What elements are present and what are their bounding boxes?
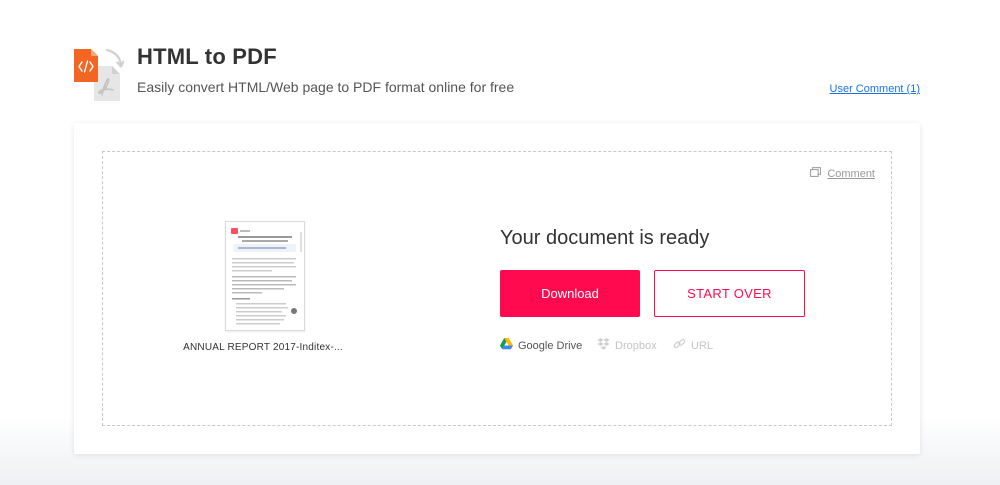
result-card: Comment ANNUAL REPORT 2017-Inditex-... Y… (74, 123, 920, 454)
google-drive-icon (500, 338, 513, 353)
comment-link[interactable]: Comment (810, 167, 875, 180)
html-to-pdf-icon (74, 46, 125, 102)
status-heading: Your document is ready (500, 227, 710, 249)
file-name: ANNUAL REPORT 2017-Inditex-... (183, 342, 343, 353)
result-panel: Comment ANNUAL REPORT 2017-Inditex-... Y… (102, 151, 892, 426)
share-google-drive-label: Google Drive (518, 339, 583, 352)
page-title: HTML to PDF (137, 44, 277, 69)
start-over-button[interactable]: START OVER (654, 270, 805, 317)
link-icon (673, 338, 686, 353)
share-url-label: URL (691, 339, 714, 352)
dropbox-icon (597, 338, 610, 353)
page-subtitle: Easily convert HTML/Web page to PDF form… (137, 79, 515, 95)
document-thumbnail[interactable] (225, 221, 305, 331)
share-dropbox[interactable]: Dropbox (597, 338, 657, 353)
share-dropbox-label: Dropbox (615, 339, 657, 352)
comment-link-label: Comment (827, 167, 875, 180)
comment-icon (810, 167, 822, 180)
page-header: HTML to PDF Easily convert HTML/Web page… (74, 44, 924, 104)
share-google-drive[interactable]: Google Drive (500, 338, 582, 353)
user-comment-link[interactable]: User Comment (1) (830, 83, 920, 95)
share-url[interactable]: URL (673, 338, 713, 353)
download-button[interactable]: Download (500, 270, 640, 317)
